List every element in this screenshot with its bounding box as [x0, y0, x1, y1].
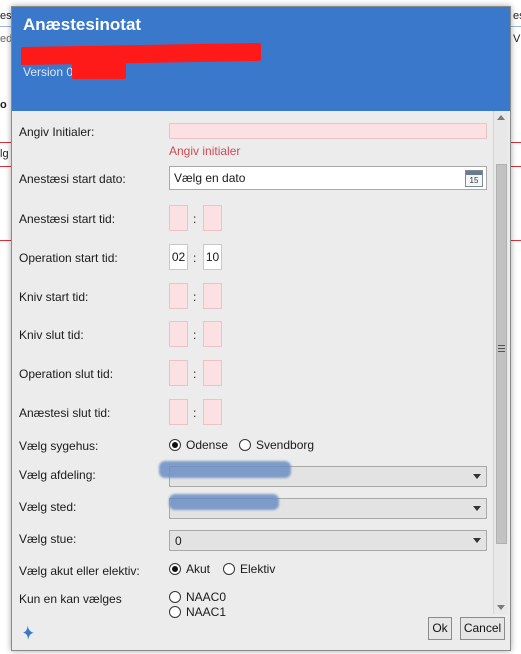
- initials-label: Angiv Initialer:: [19, 125, 95, 139]
- urgency-label: Vælg akut eller elektiv:: [19, 564, 140, 578]
- knife-end-minute-input[interactable]: [203, 321, 222, 347]
- urgency-option-label: Elektiv: [240, 562, 276, 576]
- anesthesia-end-time-label: Anæstesi slut tid:: [19, 406, 111, 420]
- calendar-icon[interactable]: 15: [465, 170, 483, 187]
- time-separator: :: [193, 290, 197, 304]
- time-separator: :: [193, 328, 197, 342]
- naac-label: Kun en kan vælges: [19, 592, 122, 606]
- grip-icon: [498, 345, 505, 352]
- room-label: Vælg stue:: [19, 532, 77, 546]
- version-label: Version 0.: [23, 65, 77, 79]
- redaction-mark: [21, 42, 261, 66]
- start-date-label: Anestæsi start dato:: [19, 172, 126, 186]
- operation-end-hour-input[interactable]: [169, 360, 188, 386]
- knife-end-hour-input[interactable]: [169, 321, 188, 347]
- knife-start-hour-input[interactable]: [169, 283, 188, 309]
- naac-option-label: NAAC0: [186, 590, 227, 604]
- room-value: 0: [175, 534, 182, 548]
- urgency-option-elektiv[interactable]: Elektiv: [223, 562, 275, 576]
- time-separator: :: [193, 406, 197, 420]
- operation-start-time-label: Operation start tid:: [19, 251, 118, 265]
- bg-divider: [0, 240, 11, 241]
- hospital-label: Vælg sygehus:: [19, 439, 99, 453]
- start-date-placeholder: Vælg en dato: [174, 171, 246, 185]
- dialog-title: Anæstesinotat: [23, 15, 142, 34]
- radio-unselected-icon: [223, 563, 235, 575]
- bg-divider: [0, 142, 11, 143]
- hospital-option-odense[interactable]: Odense: [169, 438, 228, 452]
- anesthesia-start-hour-input[interactable]: [169, 205, 188, 231]
- bg-fragment: lg: [0, 148, 9, 160]
- bg-fragment: es: [513, 10, 521, 22]
- hospital-option-svendborg[interactable]: Svendborg: [239, 438, 314, 452]
- bg-divider: [511, 166, 521, 167]
- initials-input[interactable]: [169, 123, 487, 139]
- location-label: Vælg sted:: [19, 500, 77, 514]
- scroll-down-icon[interactable]: [497, 605, 505, 610]
- knife-start-minute-input[interactable]: [203, 283, 222, 309]
- start-date-picker[interactable]: Vælg en dato 15: [169, 166, 487, 190]
- urgency-option-label: Akut: [186, 562, 211, 576]
- bg-divider: [0, 26, 11, 27]
- radio-unselected-icon: [239, 439, 251, 451]
- chevron-down-icon: [473, 474, 481, 479]
- anesthesia-end-hour-input[interactable]: [169, 399, 188, 425]
- anesthesia-start-minute-input[interactable]: [203, 205, 222, 231]
- knife-end-time-label: Kniv slut tid:: [19, 328, 84, 342]
- naac-option-0[interactable]: NAAC0: [169, 590, 226, 604]
- form-scrollbar[interactable]: [493, 111, 508, 614]
- anesthesia-start-time-label: Anestæsi start tid:: [19, 212, 116, 226]
- anesthesia-end-minute-input[interactable]: [203, 399, 222, 425]
- bg-divider: [511, 26, 521, 27]
- bg-fragment: ed: [0, 33, 11, 45]
- time-separator: :: [193, 251, 197, 265]
- initials-error: Angiv initialer: [169, 144, 241, 158]
- time-separator: :: [193, 212, 197, 226]
- room-select[interactable]: 0: [169, 530, 487, 551]
- naac-option-label: NAAC1: [186, 605, 227, 619]
- redaction-mark: [159, 461, 291, 478]
- redaction-mark: [72, 62, 126, 79]
- bg-fragment: es: [0, 10, 11, 22]
- hospital-option-label: Svendborg: [256, 438, 315, 452]
- department-label: Vælg afdeling:: [19, 468, 96, 482]
- ok-button[interactable]: Ok: [428, 617, 452, 640]
- operation-end-time-label: Operation slut tid:: [19, 367, 114, 381]
- dialog-header: Anæstesinotat Version 0.: [12, 7, 510, 111]
- form-content: Angiv Initialer: Angiv initialer Anestæs…: [12, 111, 510, 619]
- operation-start-minute-input[interactable]: 10: [203, 244, 222, 270]
- scroll-up-icon[interactable]: [497, 115, 505, 120]
- bg-fragment: o: [0, 99, 7, 111]
- bg-divider: [511, 240, 521, 241]
- bg-divider: [0, 166, 11, 167]
- urgency-option-akut[interactable]: Akut: [169, 562, 210, 576]
- app-logo-icon: [23, 624, 34, 640]
- chevron-down-icon: [473, 506, 481, 511]
- operation-start-hour-input[interactable]: 02: [169, 244, 188, 270]
- redaction-mark: [169, 494, 279, 510]
- bg-divider: [511, 142, 521, 143]
- radio-unselected-icon: [169, 606, 181, 618]
- radio-selected-icon: [169, 439, 181, 451]
- bg-fragment: V: [513, 33, 521, 45]
- operation-end-minute-input[interactable]: [203, 360, 222, 386]
- knife-start-time-label: Kniv start tid:: [19, 290, 89, 304]
- time-separator: :: [193, 367, 197, 381]
- scrollbar-thumb[interactable]: [496, 164, 507, 544]
- hospital-option-label: Odense: [186, 438, 229, 452]
- radio-selected-icon: [169, 563, 181, 575]
- anesthesia-note-dialog: Anæstesinotat Version 0. Angiv Initialer…: [11, 6, 511, 651]
- chevron-down-icon: [473, 538, 481, 543]
- naac-option-1[interactable]: NAAC1: [169, 605, 226, 619]
- cancel-button[interactable]: Cancel: [460, 617, 505, 640]
- calendar-icon-day: 15: [469, 176, 479, 185]
- radio-unselected-icon: [169, 591, 181, 603]
